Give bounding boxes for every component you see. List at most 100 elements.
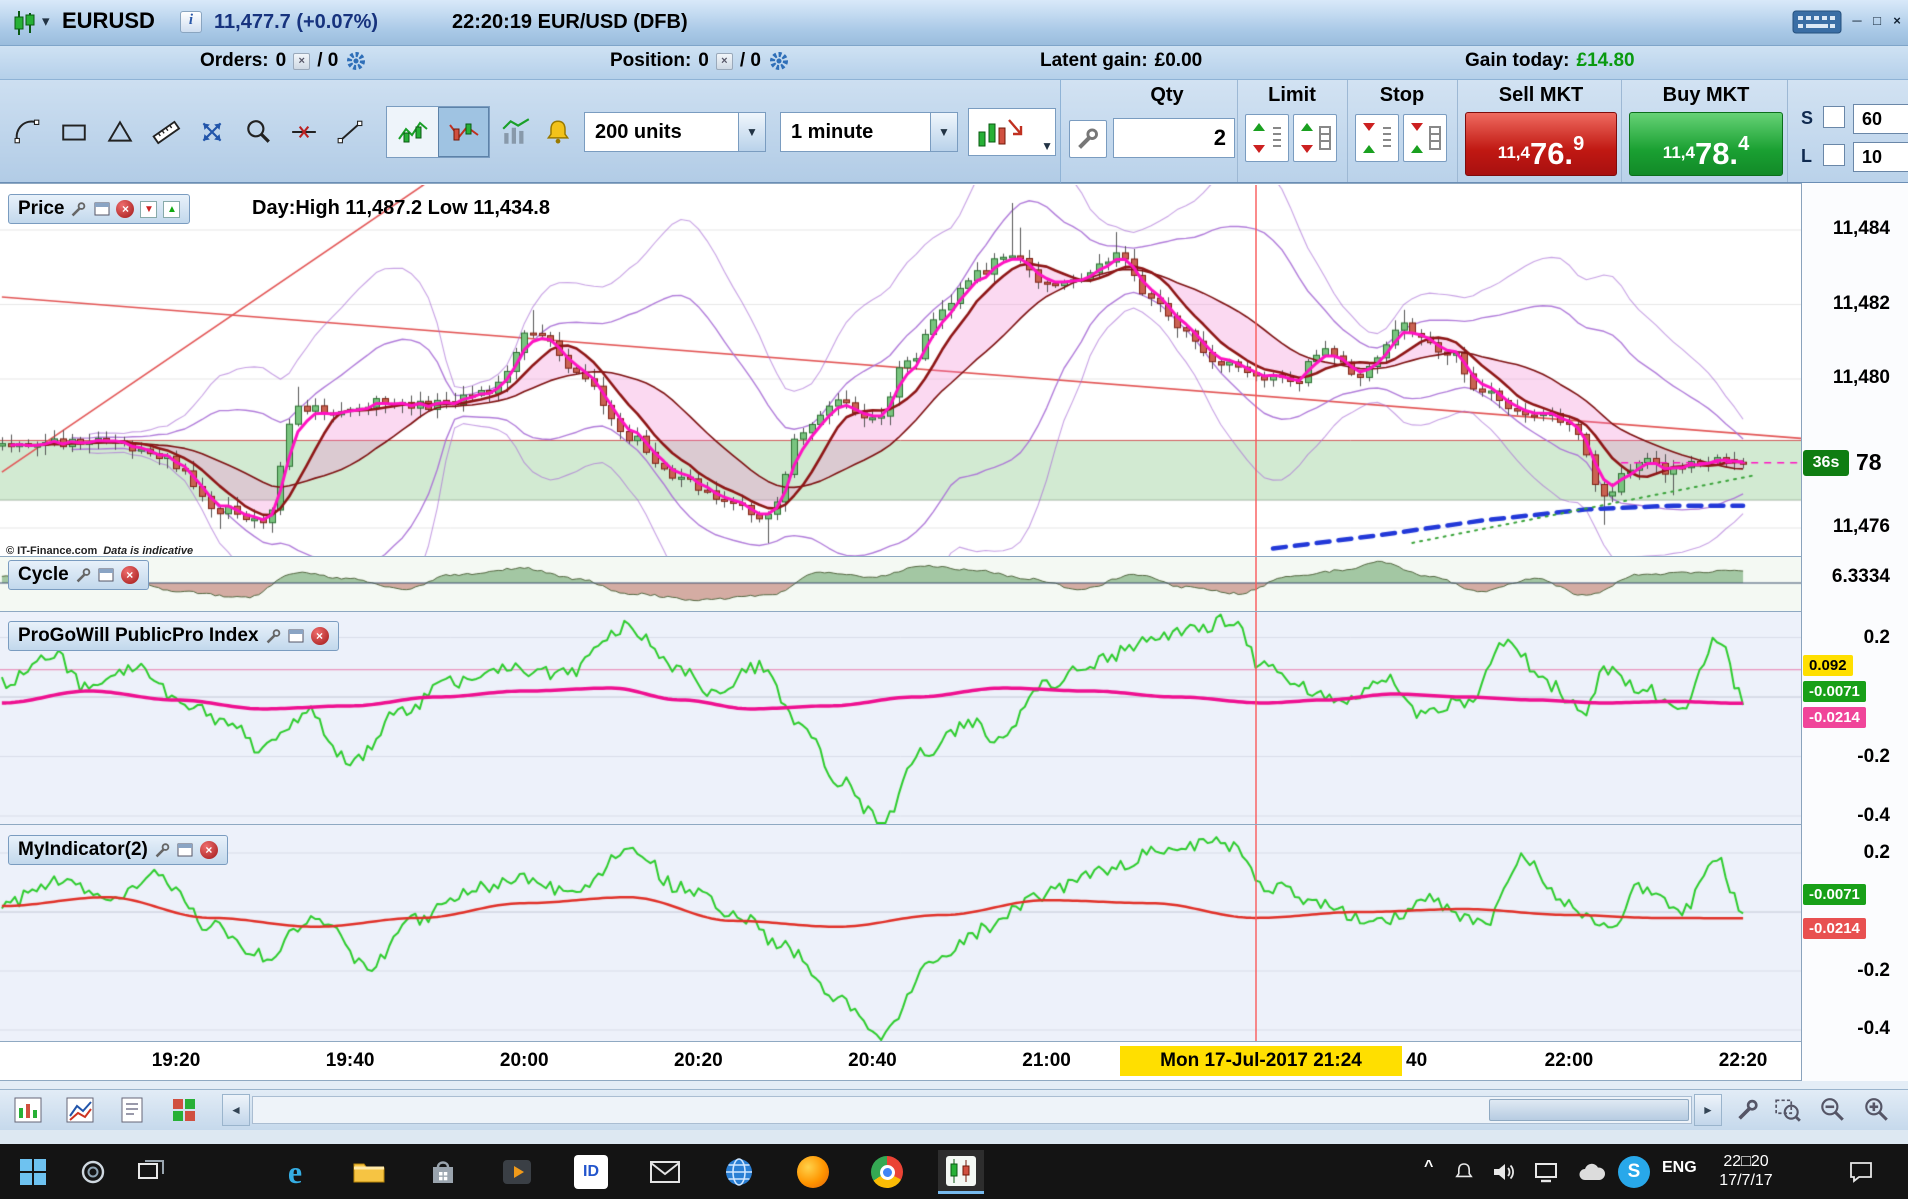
report-document-button[interactable] (112, 1093, 152, 1127)
chart-mode-group (386, 106, 490, 158)
symbol-dropdown-caret[interactable]: ▾ (42, 12, 50, 30)
cycle-indicator-canvas[interactable] (0, 557, 1801, 612)
cycle-detach-window-icon[interactable] (98, 567, 115, 584)
sell-mkt-header: Sell MKT (1498, 84, 1584, 106)
chart-settings-wrench-button[interactable] (1728, 1093, 1768, 1127)
timeframe-select-caret-icon[interactable]: ▼ (930, 113, 957, 151)
buy-market-button[interactable]: 11,4 78. 4 (1629, 112, 1783, 176)
compare-chart-button[interactable] (60, 1093, 100, 1127)
task-view-button[interactable] (128, 1150, 174, 1194)
zoom-tool-button[interactable] (236, 110, 280, 154)
clear-orders-icon[interactable]: × (293, 52, 311, 70)
time-axis-label: 20:00 (499, 1050, 549, 1071)
maximize-button[interactable]: □ (1868, 11, 1886, 31)
stop-attach-checkbox[interactable] (1823, 106, 1845, 128)
file-explorer-button[interactable] (346, 1150, 392, 1194)
limit-attach-checkbox[interactable] (1823, 144, 1845, 166)
myindicator-detach-window-icon[interactable] (177, 842, 194, 859)
zoom-selection-button[interactable] (1768, 1093, 1808, 1127)
close-window-button[interactable]: × (1888, 11, 1906, 31)
trading-platform-window: ▾ EURUSD i 11,477.7 (+0.07%) 22:20:19 EU… (0, 0, 1908, 1199)
taskbar-clock[interactable]: 22□20 17/7/17 (1700, 1152, 1792, 1190)
cycle-close-pane-icon[interactable]: × (120, 566, 139, 584)
minimize-button[interactable]: ─ (1848, 11, 1866, 31)
internet-globe-button[interactable] (716, 1150, 762, 1194)
mail-button[interactable] (642, 1150, 688, 1194)
price-move-up-icon[interactable]: ▲ (163, 200, 181, 218)
price-close-pane-icon[interactable]: × (116, 200, 135, 218)
progowill-settings-wrench-icon[interactable] (265, 628, 282, 645)
cortana-search-button[interactable] (70, 1150, 116, 1194)
move-crosshair-tool-button[interactable] (190, 110, 234, 154)
tray-notification-icon[interactable] (1446, 1150, 1482, 1194)
tray-chevron-icon[interactable]: ^ (1424, 1158, 1433, 1176)
orders-slash-count: / 0 (317, 50, 339, 71)
windows-taskbar: e ID ^ S ENG 22□20 17/7/17 (0, 1144, 1908, 1199)
progowill-close-pane-icon[interactable]: × (310, 627, 329, 645)
myindicator-canvas[interactable] (0, 825, 1801, 1042)
position-settings-gear-icon[interactable] (768, 50, 790, 72)
units-select-caret-icon[interactable]: ▼ (738, 113, 765, 151)
progowill-detach-window-icon[interactable] (288, 628, 305, 645)
clear-position-icon[interactable]: × (715, 52, 733, 70)
limit-order-button-2[interactable] (1293, 114, 1337, 162)
session-highlight-label: Mon 17-Jul-2017 21:24 (1120, 1046, 1402, 1076)
scroll-left-button[interactable]: ◄ (222, 1094, 250, 1126)
price-settings-wrench-icon[interactable] (70, 201, 87, 218)
onedrive-cloud-icon[interactable] (1572, 1150, 1612, 1194)
myindicator-close-pane-icon[interactable]: × (199, 841, 218, 859)
day-high-low-stats: Day:High 11,487.2 Low 11,434.8 (252, 197, 550, 219)
cycle-settings-wrench-icon[interactable] (75, 567, 92, 584)
mini-chart-page-button[interactable] (8, 1093, 48, 1127)
chrome-button[interactable] (864, 1150, 910, 1194)
rectangle-tool-button[interactable] (52, 110, 96, 154)
chart-style-dropdown[interactable]: ▼ (968, 108, 1056, 156)
trendline-tool-button[interactable] (328, 110, 372, 154)
alert-bell-button[interactable] (540, 110, 576, 154)
id-app-button[interactable]: ID (568, 1150, 614, 1194)
price-chart-canvas[interactable] (0, 185, 1801, 557)
myindicator-settings-wrench-icon[interactable] (154, 842, 171, 859)
order-ticket-panel: Qty Limit Stop Sell MKT Buy MKT 2 11,4 76… (1060, 80, 1908, 183)
skype-icon[interactable]: S (1614, 1150, 1654, 1194)
triangle-tool-button[interactable] (98, 110, 142, 154)
arc-tool-button[interactable] (6, 110, 50, 154)
media-player-button[interactable] (494, 1150, 540, 1194)
zoom-in-button[interactable] (1856, 1093, 1896, 1127)
indicator-overlay-button[interactable] (494, 110, 538, 154)
edge-browser-button[interactable]: e (272, 1150, 318, 1194)
stop-order-button-1[interactable] (1355, 114, 1399, 162)
keyboard-icon[interactable] (1792, 8, 1842, 36)
price-move-down-icon[interactable]: ▼ (140, 200, 158, 218)
limit-order-button-1[interactable] (1245, 114, 1289, 162)
timeframe-select[interactable]: 1 minute ▼ (780, 112, 958, 152)
chart-scrollbar-thumb[interactable] (1489, 1099, 1689, 1121)
stop-order-button-2[interactable] (1403, 114, 1447, 162)
zoom-out-button[interactable] (1812, 1093, 1852, 1127)
candlestick-mode-button[interactable] (438, 107, 489, 157)
trading-app-button[interactable] (938, 1150, 984, 1194)
language-indicator[interactable]: ENG (1662, 1159, 1697, 1177)
ruler-tool-button[interactable] (144, 110, 188, 154)
chart-scrollbar-track[interactable] (252, 1096, 1692, 1124)
limit-distance-input[interactable]: 10 (1853, 142, 1908, 172)
firefox-button[interactable] (790, 1150, 836, 1194)
units-select[interactable]: 200 units ▼ (584, 112, 766, 152)
start-button[interactable] (10, 1150, 56, 1194)
stop-distance-input[interactable]: 60 (1853, 104, 1908, 134)
orders-settings-gear-icon[interactable] (345, 50, 367, 72)
action-center-button[interactable] (1838, 1150, 1884, 1194)
volume-icon[interactable] (1484, 1150, 1522, 1194)
sell-market-button[interactable]: 11,4 76. 9 (1465, 112, 1617, 176)
store-button[interactable] (420, 1150, 466, 1194)
heatmap-grid-button[interactable] (164, 1093, 204, 1127)
info-icon[interactable]: i (180, 11, 202, 33)
qty-settings-wrench-button[interactable] (1069, 120, 1107, 158)
qty-input[interactable]: 2 (1113, 118, 1235, 158)
delete-line-tool-button[interactable] (282, 110, 326, 154)
line-chart-mode-button[interactable] (387, 107, 438, 157)
price-detach-window-icon[interactable] (93, 201, 110, 218)
copyright-text: © IT-Finance.com (6, 545, 98, 557)
scroll-right-button[interactable]: ► (1694, 1094, 1722, 1126)
network-icon[interactable] (1528, 1150, 1566, 1194)
